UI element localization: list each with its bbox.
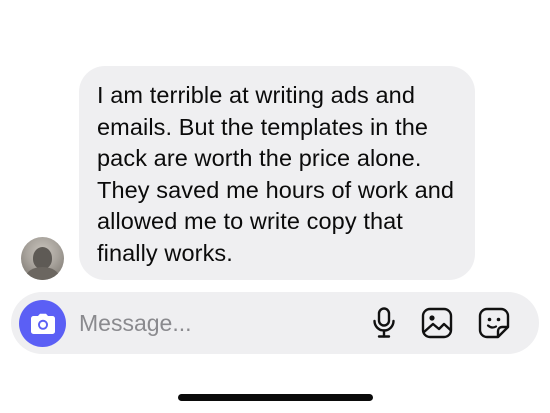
gallery-icon — [421, 307, 453, 339]
gallery-button[interactable] — [420, 306, 454, 340]
chat-screen: I am terrible at writing ads and emails.… — [0, 0, 550, 413]
voice-message-button[interactable] — [367, 306, 401, 340]
camera-button[interactable] — [19, 300, 66, 347]
sticker-button[interactable] — [477, 306, 511, 340]
sender-avatar[interactable] — [21, 237, 64, 280]
avatar-shoulders-shape — [26, 267, 59, 280]
message-text: I am terrible at writing ads and emails.… — [97, 82, 455, 266]
home-indicator[interactable] — [178, 394, 373, 401]
message-composer — [11, 292, 539, 354]
message-bubble[interactable]: I am terrible at writing ads and emails.… — [79, 66, 475, 280]
avatar-head-shape — [33, 247, 52, 269]
microphone-icon — [373, 307, 395, 338]
message-input[interactable] — [79, 307, 339, 339]
incoming-message-row: I am terrible at writing ads and emails.… — [0, 0, 550, 290]
sticker-icon — [478, 307, 510, 339]
camera-icon — [30, 313, 55, 334]
